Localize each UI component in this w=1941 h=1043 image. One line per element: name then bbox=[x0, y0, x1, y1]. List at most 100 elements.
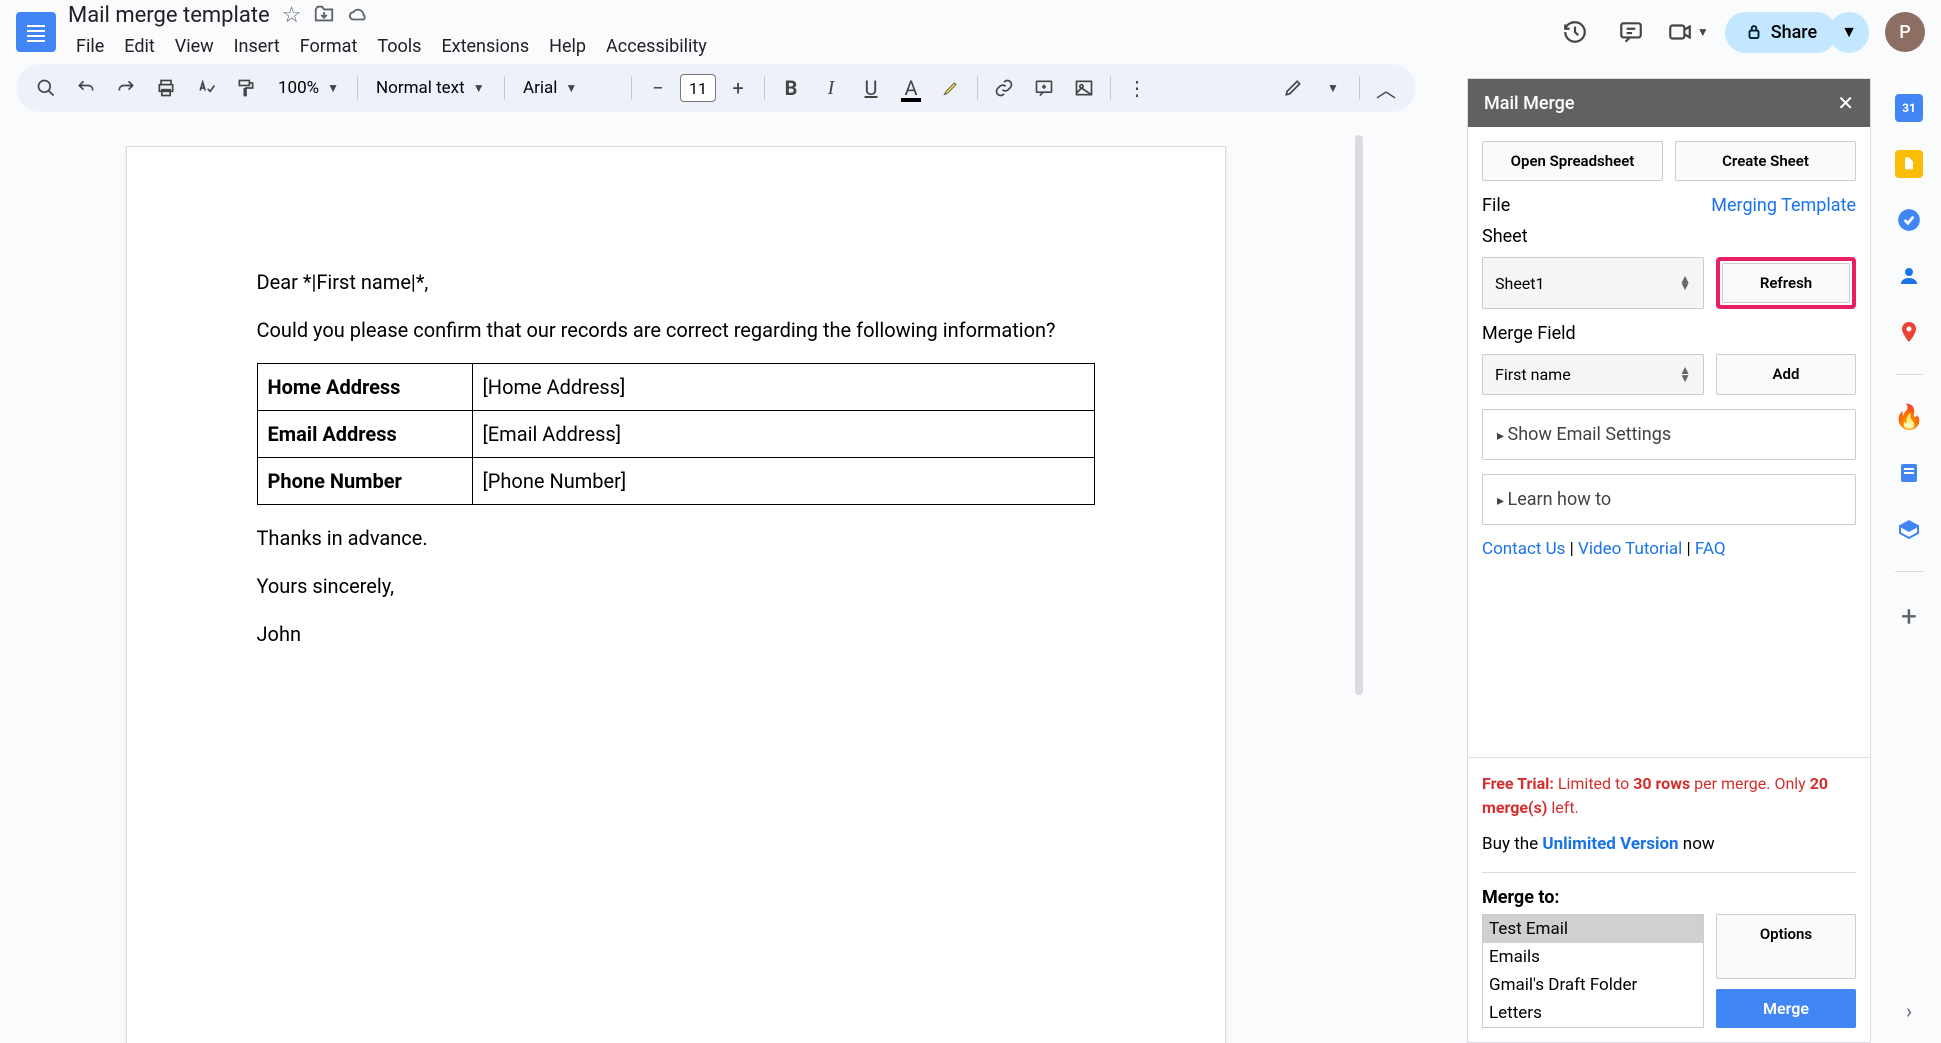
increase-font-icon[interactable]: + bbox=[720, 70, 756, 106]
help-links: Contact Us | Video Tutorial | FAQ bbox=[1482, 539, 1856, 559]
file-label: File bbox=[1482, 195, 1510, 216]
menu-help[interactable]: Help bbox=[541, 32, 594, 61]
zoom-select[interactable]: 100%▼ bbox=[268, 78, 349, 98]
calendar-icon[interactable]: 31 bbox=[1895, 94, 1923, 122]
bold-icon[interactable]: B bbox=[773, 70, 809, 106]
addon-icon-1[interactable]: 🔥 bbox=[1895, 403, 1923, 431]
menu-insert[interactable]: Insert bbox=[226, 32, 288, 61]
buy-link[interactable]: Unlimited Version bbox=[1542, 834, 1678, 854]
menu-format[interactable]: Format bbox=[292, 32, 366, 61]
user-avatar[interactable]: P bbox=[1885, 12, 1925, 52]
merge-field-select[interactable]: First name ▲▼ bbox=[1482, 354, 1704, 395]
trial-notice: Free Trial: Limited to 30 rows per merge… bbox=[1482, 772, 1856, 820]
undo-icon[interactable] bbox=[68, 70, 104, 106]
print-icon[interactable] bbox=[148, 70, 184, 106]
font-size-input[interactable] bbox=[680, 74, 716, 102]
add-comment-icon[interactable] bbox=[1026, 70, 1062, 106]
document-page[interactable]: Dear *|First name|*, Could you please co… bbox=[126, 146, 1226, 1043]
create-sheet-button[interactable]: Create Sheet bbox=[1675, 141, 1856, 181]
underline-icon[interactable]: U bbox=[853, 70, 889, 106]
merge-to-list[interactable]: Test Email Emails Gmail's Draft Folder L… bbox=[1482, 914, 1704, 1028]
menu-edit[interactable]: Edit bbox=[116, 32, 162, 61]
menu-tools[interactable]: Tools bbox=[369, 32, 429, 61]
table-row: Email Address[Email Address] bbox=[257, 411, 1094, 458]
paint-format-icon[interactable] bbox=[228, 70, 264, 106]
star-icon[interactable]: ☆ bbox=[282, 3, 302, 28]
editing-mode-icon[interactable] bbox=[1275, 70, 1311, 106]
sheet-label: Sheet bbox=[1482, 226, 1856, 247]
merge-button[interactable]: Merge bbox=[1716, 989, 1856, 1028]
menu-extensions[interactable]: Extensions bbox=[433, 32, 537, 61]
options-button[interactable]: Options bbox=[1716, 914, 1856, 979]
faq-link[interactable]: FAQ bbox=[1695, 539, 1726, 559]
contact-link[interactable]: Contact Us bbox=[1482, 539, 1565, 559]
menu-bar: File Edit View Insert Format Tools Exten… bbox=[68, 32, 1555, 61]
list-item[interactable]: Emails bbox=[1483, 943, 1703, 971]
style-select[interactable]: Normal text▼ bbox=[366, 78, 496, 98]
addon-icon-3[interactable] bbox=[1895, 515, 1923, 543]
right-sidebar: 31 🔥 + › bbox=[1877, 78, 1941, 1043]
tasks-icon[interactable] bbox=[1895, 206, 1923, 234]
table-row: Home Address[Home Address] bbox=[257, 364, 1094, 411]
doc-thanks[interactable]: Thanks in advance. bbox=[257, 523, 1095, 553]
link-icon[interactable] bbox=[986, 70, 1022, 106]
font-select[interactable]: Arial▼ bbox=[513, 78, 623, 98]
text-color-icon[interactable]: A bbox=[893, 70, 929, 106]
editing-mode-dropdown[interactable]: ▼ bbox=[1315, 70, 1351, 106]
more-icon[interactable]: ⋮ bbox=[1119, 70, 1155, 106]
history-icon[interactable] bbox=[1555, 12, 1595, 52]
add-button[interactable]: Add bbox=[1716, 354, 1856, 395]
meet-icon[interactable]: ▼ bbox=[1667, 12, 1709, 52]
close-icon[interactable]: ✕ bbox=[1837, 91, 1854, 115]
table-row: Phone Number[Phone Number] bbox=[257, 458, 1094, 505]
menu-file[interactable]: File bbox=[68, 32, 112, 61]
merge-field-label: Merge Field bbox=[1482, 323, 1856, 344]
spellcheck-icon[interactable] bbox=[188, 70, 224, 106]
collapse-toolbar-icon[interactable]: ︿ bbox=[1368, 70, 1404, 106]
highlight-icon[interactable] bbox=[933, 70, 969, 106]
panel-header: Mail Merge ✕ bbox=[1468, 79, 1870, 127]
decrease-font-icon[interactable]: − bbox=[640, 70, 676, 106]
open-spreadsheet-button[interactable]: Open Spreadsheet bbox=[1482, 141, 1663, 181]
toolbar: 100%▼ Normal text▼ Arial▼ − + B I U A ⋮ … bbox=[16, 64, 1416, 112]
mail-merge-panel: Mail Merge ✕ Open Spreadsheet Create She… bbox=[1467, 78, 1871, 1043]
document-title[interactable]: Mail merge template bbox=[68, 3, 270, 28]
merge-to-label: Merge to: bbox=[1482, 887, 1856, 908]
comments-icon[interactable] bbox=[1611, 12, 1651, 52]
sheet-select[interactable]: Sheet1 ▲▼ bbox=[1482, 257, 1704, 309]
menu-view[interactable]: View bbox=[167, 32, 222, 61]
document-area[interactable]: Dear *|First name|*, Could you please co… bbox=[0, 126, 1351, 1043]
maps-icon[interactable] bbox=[1895, 318, 1923, 346]
addon-icon-2[interactable] bbox=[1895, 459, 1923, 487]
buy-notice: Buy the Unlimited Version now bbox=[1482, 834, 1856, 854]
list-item[interactable]: Test Email bbox=[1483, 915, 1703, 943]
doc-greeting[interactable]: Dear *|First name|*, bbox=[257, 267, 1095, 297]
docs-logo-icon[interactable] bbox=[16, 12, 56, 52]
share-dropdown[interactable]: ▼ bbox=[1829, 12, 1869, 53]
keep-icon[interactable] bbox=[1895, 150, 1923, 178]
share-button[interactable]: Share bbox=[1725, 12, 1837, 53]
file-link[interactable]: Merging Template bbox=[1711, 195, 1856, 216]
cloud-status-icon[interactable] bbox=[347, 3, 369, 28]
redo-icon[interactable] bbox=[108, 70, 144, 106]
video-link[interactable]: Video Tutorial bbox=[1578, 539, 1682, 559]
add-addon-icon[interactable]: + bbox=[1901, 600, 1917, 633]
learn-how-to[interactable]: Learn how to bbox=[1482, 474, 1856, 525]
scrollbar[interactable] bbox=[1355, 135, 1363, 695]
app-header: Mail merge template ☆ File Edit View Ins… bbox=[0, 0, 1941, 64]
list-item[interactable]: Gmail's Draft Folder bbox=[1483, 971, 1703, 999]
insert-image-icon[interactable] bbox=[1066, 70, 1102, 106]
expand-sidebar-icon[interactable]: › bbox=[1906, 999, 1912, 1023]
italic-icon[interactable]: I bbox=[813, 70, 849, 106]
move-icon[interactable] bbox=[313, 3, 335, 28]
show-email-settings[interactable]: Show Email Settings bbox=[1482, 409, 1856, 460]
list-item[interactable]: Letters bbox=[1483, 999, 1703, 1027]
menu-accessibility[interactable]: Accessibility bbox=[598, 32, 715, 61]
search-icon[interactable] bbox=[28, 70, 64, 106]
doc-table[interactable]: Home Address[Home Address] Email Address… bbox=[257, 363, 1095, 505]
doc-signoff[interactable]: Yours sincerely, bbox=[257, 571, 1095, 601]
doc-intro[interactable]: Could you please confirm that our record… bbox=[257, 315, 1095, 345]
contacts-icon[interactable] bbox=[1895, 262, 1923, 290]
refresh-button[interactable]: Refresh bbox=[1722, 263, 1850, 303]
doc-name[interactable]: John bbox=[257, 619, 1095, 649]
